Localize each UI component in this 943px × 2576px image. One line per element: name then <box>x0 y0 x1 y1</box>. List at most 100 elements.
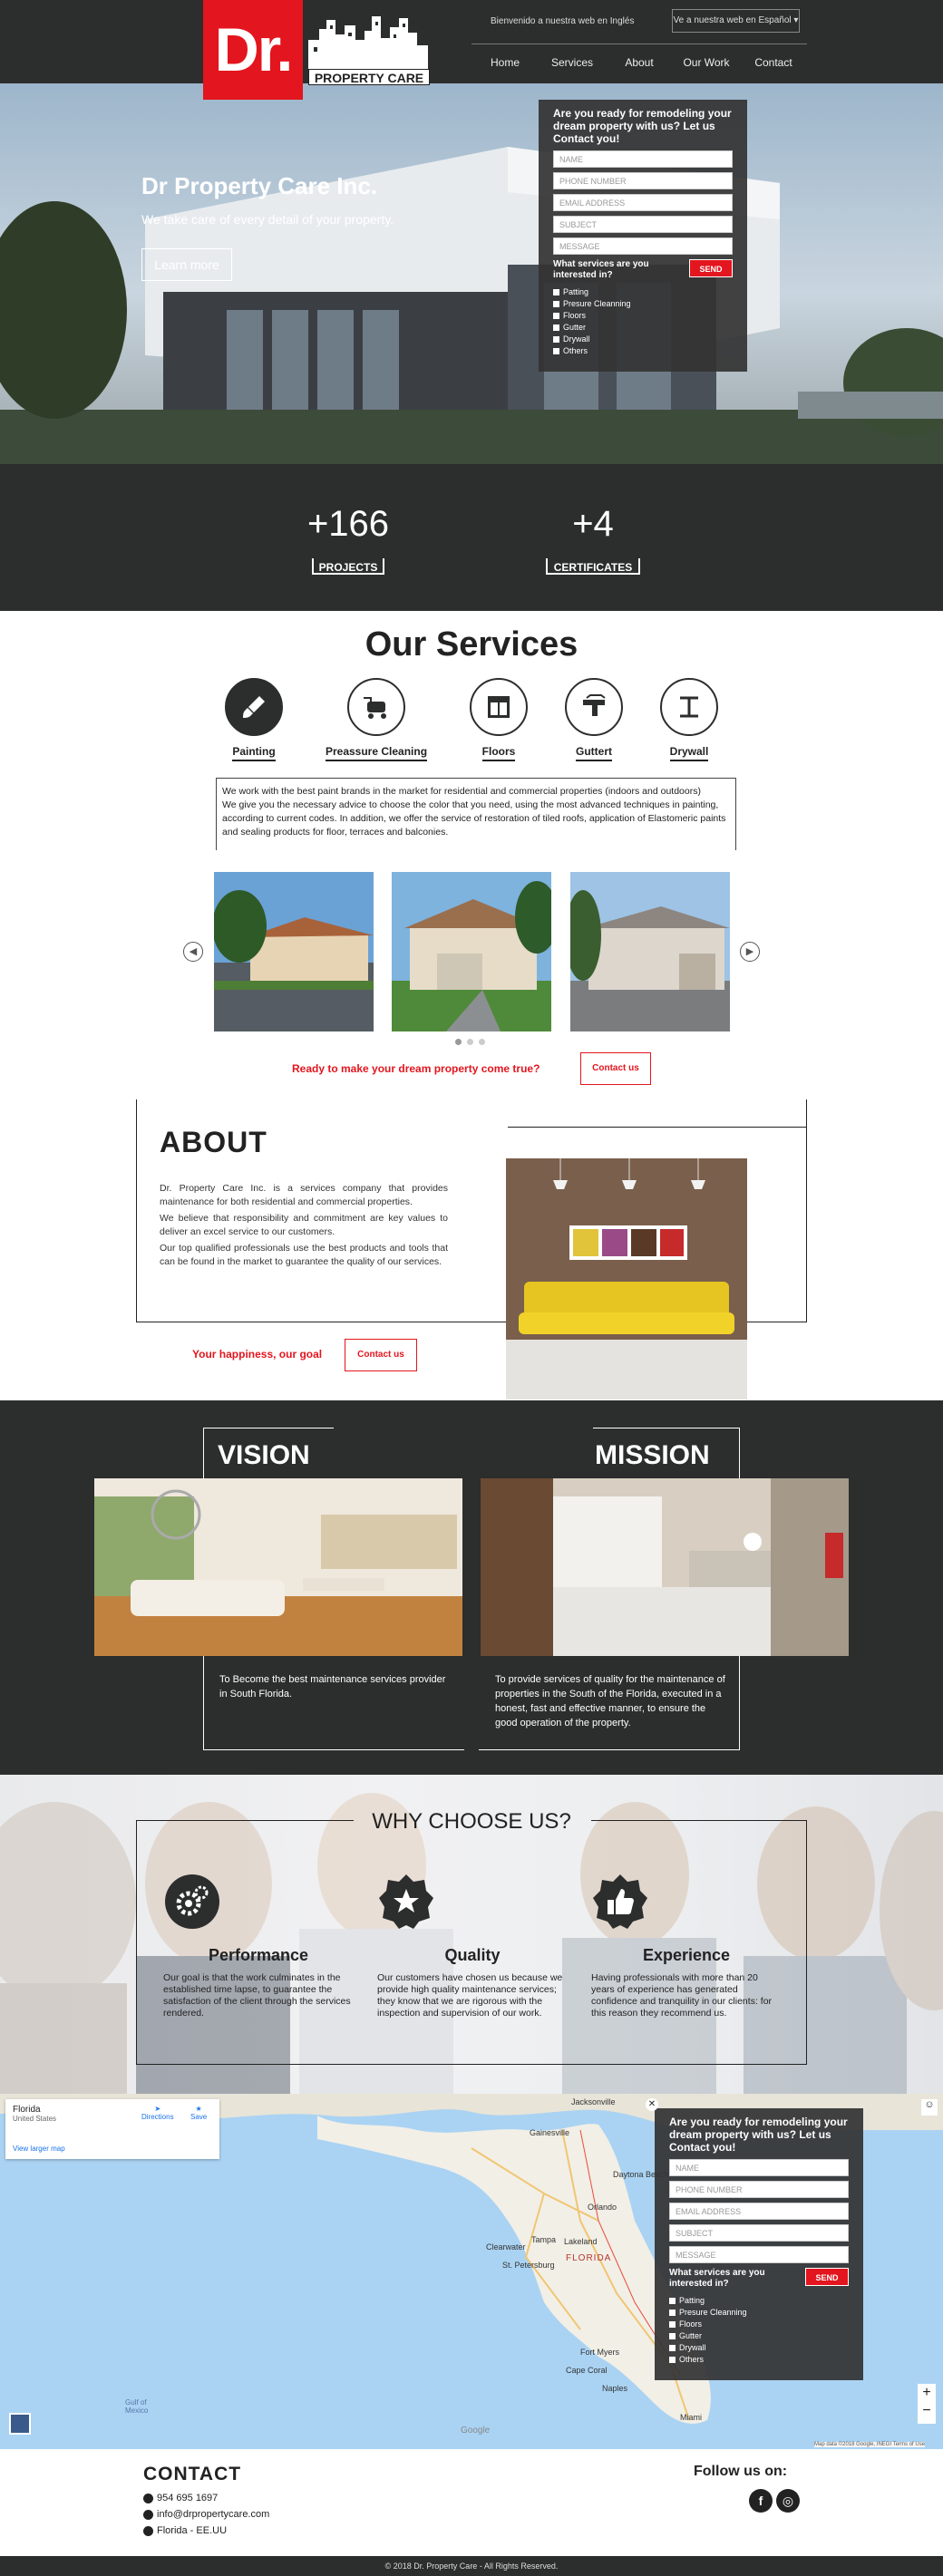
mission-image <box>481 1478 849 1656</box>
map-place-country: United States <box>13 2115 57 2123</box>
services-question: What services are you interested in? <box>669 2268 765 2289</box>
map-zoom-controls[interactable]: + − <box>918 2384 936 2424</box>
nav-about[interactable]: About <box>606 44 673 78</box>
checkbox[interactable] <box>553 289 559 296</box>
option-label: Gutter <box>679 2331 703 2340</box>
option-label: Patting <box>563 287 589 296</box>
learn-more-button[interactable]: Learn more <box>141 248 232 281</box>
pressure-washer-icon <box>347 678 405 736</box>
save-label: Save <box>190 2113 208 2121</box>
subject-field[interactable]: SUBJECT <box>553 216 733 233</box>
send-button[interactable]: SEND <box>689 259 733 277</box>
map-city: Orlando <box>588 2203 617 2212</box>
service-label: Guttert <box>576 745 612 761</box>
why-text: Our goal is that the work culminates in … <box>163 1972 351 2019</box>
option-pressure[interactable]: Presure Cleanning <box>669 2307 849 2319</box>
option-floors[interactable]: Floors <box>669 2319 849 2330</box>
why-title: WHY CHOOSE US? <box>372 1809 571 1834</box>
instagram-icon[interactable]: ◎ <box>776 2489 800 2513</box>
option-floors[interactable]: Floors <box>553 310 733 322</box>
checkbox[interactable] <box>553 336 559 344</box>
message-field[interactable]: MESSAGE <box>669 2246 849 2263</box>
option-drywall[interactable]: Drywall <box>669 2342 849 2354</box>
contact-phone[interactable]: 954 695 1697 <box>143 2493 218 2503</box>
star-icon: ★ <box>195 2105 202 2113</box>
gallery-image-2[interactable] <box>392 872 551 1031</box>
service-drywall[interactable]: Drywall <box>635 678 744 761</box>
phone-field[interactable]: PHONE NUMBER <box>669 2181 849 2198</box>
map-save-link[interactable]: ★ Save <box>190 2105 207 2121</box>
name-field[interactable]: NAME <box>669 2159 849 2176</box>
nav-services[interactable]: Services <box>539 44 606 78</box>
google-logo: Google <box>461 2426 491 2436</box>
view-larger-map-link[interactable]: View larger map <box>13 2145 65 2153</box>
map-city: Cape Coral <box>566 2366 608 2375</box>
checkbox[interactable] <box>669 2357 676 2364</box>
checkbox[interactable] <box>553 301 559 308</box>
checkbox[interactable] <box>669 2345 676 2352</box>
email-field[interactable]: EMAIL ADDRESS <box>553 194 733 211</box>
phone-field[interactable]: PHONE NUMBER <box>553 172 733 189</box>
option-drywall[interactable]: Drywall <box>553 334 733 345</box>
checkbox[interactable] <box>669 2333 676 2340</box>
about-contact-button[interactable]: Contact us <box>345 1339 417 1371</box>
close-icon[interactable]: ✕ <box>646 2098 658 2111</box>
gallery-next-button[interactable]: ▶ <box>740 942 760 962</box>
floor-tiles-icon <box>470 678 528 736</box>
checkbox[interactable] <box>669 2321 676 2329</box>
send-button[interactable]: SEND <box>805 2268 849 2286</box>
map-city: Gainesville <box>530 2128 570 2137</box>
checkbox[interactable] <box>553 313 559 320</box>
checkbox[interactable] <box>669 2310 676 2317</box>
facebook-icon[interactable]: f <box>749 2489 773 2513</box>
services-contact-button[interactable]: Contact us <box>580 1052 651 1085</box>
gallery-prev-button[interactable]: ◀ <box>183 942 203 962</box>
location-pin-icon <box>143 2525 153 2536</box>
services-question: What services are you interested in? <box>553 259 649 280</box>
name-field[interactable]: NAME <box>553 150 733 168</box>
service-label: Painting <box>232 745 276 761</box>
nav-home[interactable]: Home <box>472 44 539 78</box>
gallery-image-1[interactable] <box>214 872 374 1031</box>
gallery-dot[interactable] <box>455 1039 462 1045</box>
checkbox[interactable] <box>553 324 559 332</box>
map-directions-link[interactable]: ➤ Directions <box>141 2105 174 2121</box>
email-field[interactable]: EMAIL ADDRESS <box>669 2203 849 2220</box>
mission-text: To provide services of quality for the m… <box>495 1674 725 1729</box>
contact-location: Florida - EE.UU <box>143 2525 227 2536</box>
nav-contact[interactable]: Contact <box>740 44 807 78</box>
option-painting[interactable]: Patting <box>669 2295 849 2307</box>
why-text: Our customers have chosen us because we … <box>377 1972 563 2019</box>
gallery-dot[interactable] <box>467 1039 473 1045</box>
email-text: info@drpropertycare.com <box>157 2509 270 2520</box>
projects-label: PROJECTS <box>312 558 384 575</box>
service-pressure-cleaning[interactable]: Preassure Cleaning <box>322 678 431 761</box>
option-others[interactable]: Others <box>669 2354 849 2366</box>
service-floors[interactable]: Floors <box>444 678 553 761</box>
service-painting[interactable]: Painting <box>199 678 308 761</box>
contact-form-bottom: Are you ready for remodeling your dream … <box>655 2108 863 2380</box>
follow-us-label: Follow us on: <box>694 2464 788 2479</box>
gallery-dot[interactable] <box>479 1039 485 1045</box>
nav-our-work[interactable]: Our Work <box>673 44 740 78</box>
why-heading: Experience <box>642 1946 731 1964</box>
language-button[interactable]: Ve a nuestra web en Español ▾ <box>672 9 800 33</box>
form-title: Are you ready for remodeling your dream … <box>669 2116 848 2154</box>
message-field[interactable]: MESSAGE <box>553 237 733 255</box>
contact-email[interactable]: info@drpropertycare.com <box>143 2509 269 2520</box>
option-pressure[interactable]: Presure Cleanning <box>553 298 733 310</box>
option-painting[interactable]: Patting <box>553 286 733 298</box>
subject-field[interactable]: SUBJECT <box>669 2224 849 2242</box>
option-gutter[interactable]: Gutter <box>669 2330 849 2342</box>
checkbox[interactable] <box>669 2298 676 2305</box>
option-label: Floors <box>679 2319 703 2329</box>
gallery-image-3[interactable] <box>570 872 730 1031</box>
street-view-icon[interactable]: ☺ <box>921 2099 938 2116</box>
service-gutter[interactable]: Guttert <box>540 678 648 761</box>
checkbox[interactable] <box>553 348 559 355</box>
map-satellite-toggle[interactable] <box>9 2413 31 2435</box>
site-logo[interactable]: Dr. PROPERTY CARE <box>203 0 430 100</box>
option-label: Presure Cleanning <box>563 299 631 308</box>
option-gutter[interactable]: Gutter <box>553 322 733 334</box>
option-others[interactable]: Others <box>553 345 733 357</box>
